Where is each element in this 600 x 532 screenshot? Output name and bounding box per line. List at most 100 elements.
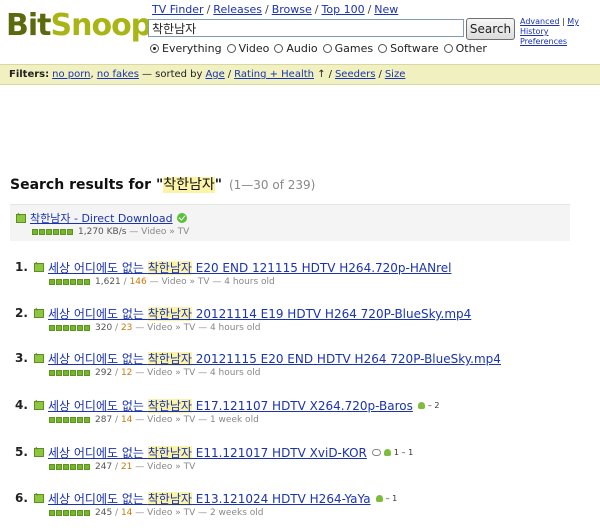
filter-no-porn[interactable]: no porn — [52, 69, 90, 80]
nav-new[interactable]: New — [374, 3, 398, 16]
filter-bar: Filters: no porn, no fakes — sorted by A… — [0, 64, 600, 85]
category-video[interactable]: Video — [226, 42, 269, 55]
logo-part-bit: Bit — [6, 8, 51, 43]
tv-icon — [34, 309, 44, 318]
leechers-count: 23 — [120, 323, 133, 333]
nav-browse[interactable]: Browse — [272, 3, 312, 16]
direct-download-meta: 1,270 KB/s — Video » TV — [32, 227, 189, 237]
result-link[interactable]: 세상 어디에도 없는 착한남자 20121114 E19 HDTV H264 7… — [48, 305, 471, 322]
tv-icon — [34, 263, 44, 272]
radio-icon[interactable] — [322, 44, 332, 53]
result-title-row: 세상 어디에도 없는 착한남자 E13.121024 HDTV H264-YaY… — [34, 490, 397, 507]
category-audio[interactable]: Audio — [274, 42, 318, 55]
seeders-count: 247 — [95, 462, 113, 472]
sorted-by-text: — sorted by — [141, 69, 203, 80]
result-meta: 292 / 12 — Video » TV — 4 hours old — [49, 368, 260, 378]
health-bar — [49, 464, 91, 470]
health-bar — [32, 229, 74, 235]
tv-icon — [34, 401, 44, 410]
filter-no-fakes[interactable]: no fakes — [97, 69, 139, 80]
thumbs-up-icon — [375, 495, 383, 502]
result-row: 1. 세상 어디에도 없는 착한남자 E20 END 121115 HDTV H… — [0, 255, 600, 301]
sort-arrow-icon: ↑ — [317, 69, 326, 80]
search-input[interactable]: 착한남자 — [148, 19, 464, 37]
result-link[interactable]: 세상 어디에도 없는 착한남자 E20 END 121115 HDTV H264… — [48, 259, 451, 276]
seeders-count: 320 — [95, 323, 113, 333]
tv-icon — [34, 448, 44, 457]
search-button[interactable]: Search — [466, 18, 515, 40]
radio-icon[interactable] — [378, 44, 388, 53]
result-meta: 245 / 14 — Video » TV — 2 weeks old — [49, 508, 263, 518]
top-navigation: TV Finder / Releases / Browse / Top 100/New — [152, 3, 398, 16]
seeders-count: 292 — [95, 368, 113, 378]
result-meta: 1,621 / 146 — Video » TV — 4 hours old — [49, 277, 275, 287]
result-number: 1. — [15, 260, 28, 274]
health-bar — [49, 325, 91, 331]
sort-seeders[interactable]: Seeders — [335, 69, 375, 80]
nav-separator: / — [265, 3, 269, 16]
result-link[interactable]: 세상 어디에도 없는 착한남자 E17.121107 HDTV X264.720… — [48, 397, 413, 414]
leechers-count: 14 — [120, 415, 133, 425]
seeders-count: 1,621 — [95, 277, 121, 287]
nav-top-100[interactable]: Top 100 — [322, 3, 365, 16]
health-bar — [49, 279, 91, 285]
result-title-row: 세상 어디에도 없는 착한남자 E20 END 121115 HDTV H264… — [34, 259, 451, 276]
seeders-count: 287 — [95, 415, 113, 425]
comment-icon — [371, 449, 381, 456]
result-row: 4. 세상 어디에도 없는 착한남자 E17.121107 HDTV X264.… — [0, 393, 600, 439]
leechers-count: 14 — [120, 508, 133, 518]
result-meta: 320 / 23 — Video » TV — 4 hours old — [49, 323, 260, 333]
result-number: 5. — [15, 445, 28, 459]
verified-check-icon — [176, 213, 187, 223]
rating-extra: 1 – 1 — [371, 448, 413, 457]
category-games[interactable]: Games — [322, 42, 373, 55]
result-title-row: 세상 어디에도 없는 착한남자 20121115 E20 END HDTV H2… — [34, 350, 501, 367]
result-title-row: 세상 어디에도 없는 착한남자 E17.121107 HDTV X264.720… — [34, 397, 440, 414]
result-title-row: 세상 어디에도 없는 착한남자 E11.121017 HDTV XviD-KOR… — [34, 444, 413, 461]
thumbs-up-icon — [383, 449, 391, 456]
result-link[interactable]: 세상 어디에도 없는 착한남자 E13.121024 HDTV H264-YaY… — [48, 490, 371, 507]
sort-rating-health[interactable]: Rating + Health — [234, 69, 314, 80]
result-row: 5. 세상 어디에도 없는 착한남자 E11.121017 HDTV XviD-… — [0, 440, 600, 486]
radio-icon[interactable] — [150, 44, 159, 53]
radio-icon[interactable] — [274, 44, 284, 53]
rating-extra: – 2 — [417, 401, 440, 410]
health-bar — [49, 510, 91, 516]
result-number: 4. — [15, 398, 28, 412]
nav-releases[interactable]: Releases — [213, 3, 262, 16]
nav-tv-finder[interactable]: TV Finder — [152, 3, 204, 16]
result-row: 3. 세상 어디에도 없는 착한남자 20121115 E20 END HDTV… — [0, 346, 600, 392]
radio-icon[interactable] — [226, 44, 236, 53]
result-number: 2. — [15, 306, 28, 320]
result-link[interactable]: 세상 어디에도 없는 착한남자 E11.121017 HDTV XviD-KOR — [48, 444, 367, 461]
result-category: — Video » TV — 1 week old — [135, 415, 259, 425]
advanced-link[interactable]: Advanced — [520, 17, 560, 26]
tv-icon — [34, 354, 44, 363]
tv-icon — [16, 213, 26, 223]
tv-icon — [34, 494, 44, 503]
category-software[interactable]: Software — [378, 42, 439, 55]
category-everything[interactable]: Everything — [150, 42, 222, 55]
radio-icon[interactable] — [443, 44, 453, 53]
bitsnoop-logo[interactable]: BitSnoop — [6, 8, 152, 44]
leechers-count: 21 — [120, 462, 133, 472]
result-category: — Video » TV — 4 hours old — [135, 323, 261, 333]
result-number: 6. — [15, 491, 28, 505]
seeders-count: 245 — [95, 508, 113, 518]
search-input-value: 착한남자 — [152, 21, 197, 36]
result-category: — Video » TV — [135, 462, 196, 472]
rating-extra: – 1 — [375, 494, 397, 503]
direct-download-title-row: 착한남자 - Direct Download — [16, 210, 187, 226]
direct-download-box: 착한남자 - Direct Download 1,270 KB/s — Vide… — [10, 204, 570, 241]
query-highlight: 착한남자 — [163, 177, 215, 193]
sort-size[interactable]: Size — [385, 69, 406, 80]
result-row: 6. 세상 어디에도 없는 착한남자 E13.121024 HDTV H264-… — [0, 486, 600, 532]
result-link[interactable]: 세상 어디에도 없는 착한남자 20121115 E20 END HDTV H2… — [48, 350, 501, 367]
sort-age[interactable]: Age — [205, 69, 224, 80]
direct-download-link[interactable]: 착한남자 - Direct Download — [30, 210, 173, 226]
preferences-link[interactable]: Preferences — [520, 37, 567, 46]
nav-separator: / — [314, 3, 319, 16]
category-other[interactable]: Other — [443, 42, 487, 55]
result-meta: 247 / 21 — Video » TV — [49, 462, 195, 472]
result-title-row: 세상 어디에도 없는 착한남자 20121114 E19 HDTV H264 7… — [34, 305, 471, 322]
